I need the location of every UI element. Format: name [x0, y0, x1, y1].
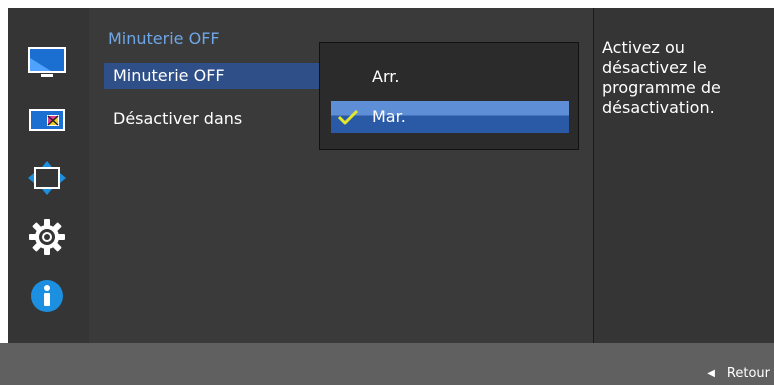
back-button[interactable]: ◀ Retour — [707, 366, 770, 381]
menu-item-turn-off-after[interactable]: Désactiver dans — [104, 106, 323, 132]
option-dropdown: Arr. Mar. — [319, 42, 579, 150]
osd-window: Minuterie OFF Minuterie OFF Désactiver d… — [0, 0, 774, 385]
help-panel: Activez ou désactivez le programme de dé… — [593, 8, 774, 343]
option-off[interactable]: Arr. — [331, 61, 569, 93]
option-on-label: Mar. — [372, 107, 406, 126]
footer-bar: ◀ Retour — [0, 343, 774, 385]
left-arrow-icon: ◀ — [707, 368, 715, 379]
menu-title: Minuterie OFF — [108, 29, 220, 48]
checkmark-icon — [337, 109, 359, 125]
option-off-label: Arr. — [372, 67, 400, 86]
sidebar — [8, 8, 90, 343]
picture-icon[interactable] — [26, 42, 68, 84]
size-position-icon[interactable] — [26, 157, 68, 199]
help-text: Activez ou désactivez le programme de dé… — [602, 38, 721, 117]
info-icon[interactable] — [26, 275, 68, 317]
option-on[interactable]: Mar. — [331, 101, 569, 133]
settings-gear-icon[interactable] — [26, 216, 68, 258]
menu-item-off-timer[interactable]: Minuterie OFF — [104, 63, 323, 89]
back-label: Retour — [726, 366, 770, 381]
color-icon[interactable] — [26, 99, 68, 141]
